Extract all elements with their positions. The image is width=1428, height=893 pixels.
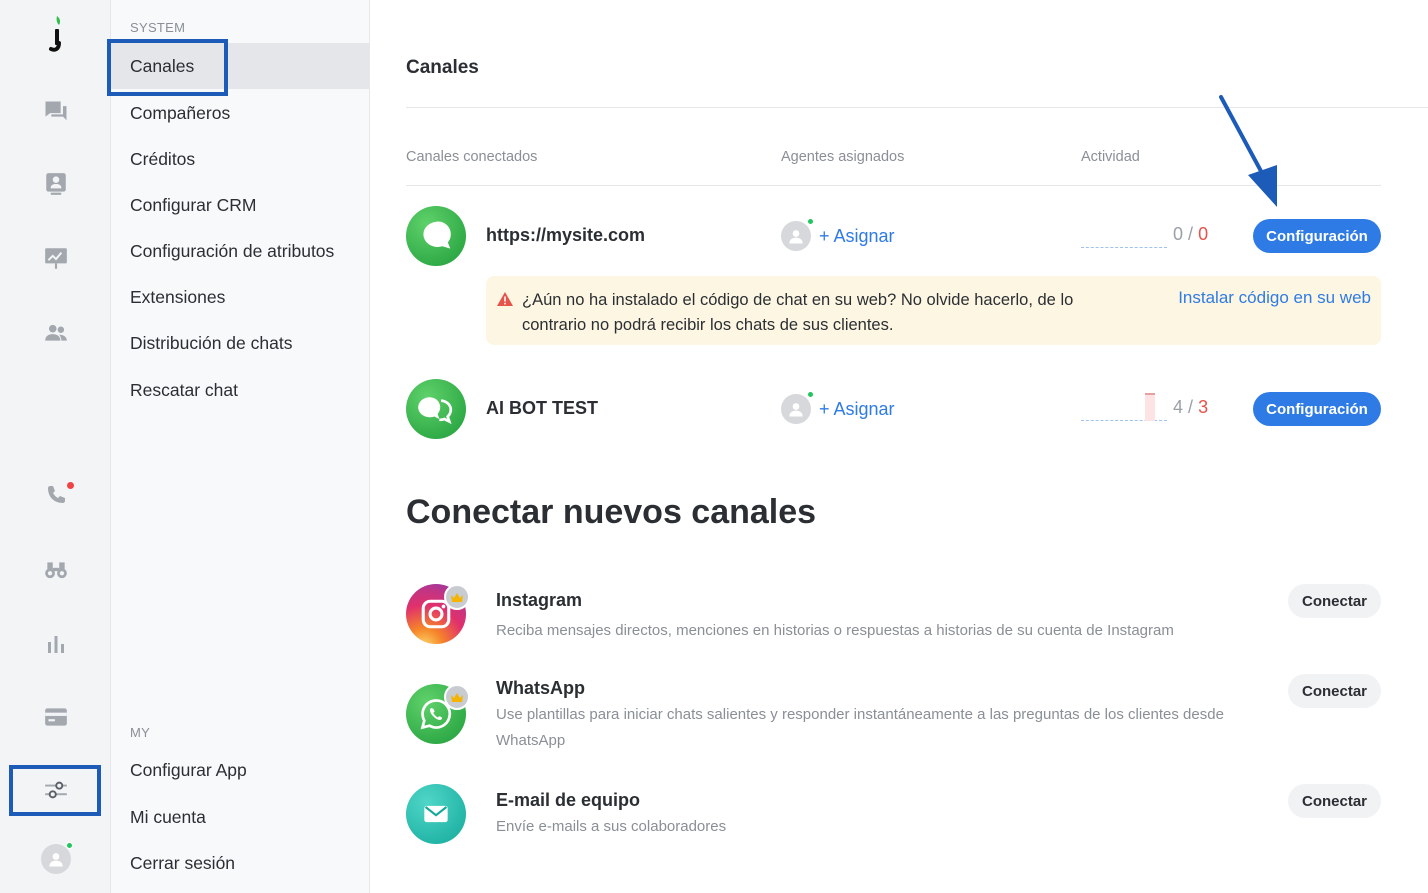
count-separator: / xyxy=(1188,397,1194,417)
configuration-button[interactable]: Configuración xyxy=(1253,392,1381,426)
count-separator: / xyxy=(1188,224,1194,244)
main-content: Canales Canales conectados Agentes asign… xyxy=(370,0,1428,893)
channel-row: AI BOT TEST + Asignar 4 / 3 Configuració… xyxy=(406,379,1381,441)
annotation-arrow xyxy=(1219,95,1277,207)
stats-icon[interactable] xyxy=(33,621,79,667)
channel-description: Reciba mensajes directos, menciones en h… xyxy=(496,622,1174,639)
menu-item-extensiones[interactable]: Extensiones xyxy=(111,274,369,320)
agent-avatar xyxy=(781,218,814,251)
online-dot xyxy=(66,842,73,849)
notification-dot xyxy=(67,482,74,489)
warning-icon xyxy=(497,292,513,306)
icon-rail xyxy=(0,0,111,893)
menu-item-rescatar[interactable]: Rescatar chat xyxy=(111,367,369,413)
assign-agent-button[interactable]: + Asignar xyxy=(781,218,895,251)
crown-icon xyxy=(444,584,470,610)
connect-button[interactable]: Conectar xyxy=(1288,674,1381,708)
count-total: 3 xyxy=(1198,397,1209,417)
new-channel-row: E-mail de equipo Envíe e-mails a sus col… xyxy=(406,784,1381,846)
crown-icon xyxy=(444,684,470,710)
online-dot xyxy=(807,218,814,225)
billing-icon[interactable] xyxy=(33,694,79,740)
chat-bubbles-icon xyxy=(406,379,466,439)
system-section-label: SYSTEM xyxy=(130,20,186,35)
assign-agent-button[interactable]: + Asignar xyxy=(781,391,895,424)
menu-item-mi-cuenta[interactable]: Mi cuenta xyxy=(111,794,369,840)
presentation-icon[interactable] xyxy=(33,235,79,281)
count-total: 0 xyxy=(1198,224,1209,244)
page-title: Canales xyxy=(406,57,479,78)
settings-menu: SYSTEM Canales Compañeros Créditos Confi… xyxy=(111,0,370,893)
menu-item-cerrar-sesion[interactable]: Cerrar sesión xyxy=(111,840,369,886)
channel-name[interactable]: AI BOT TEST xyxy=(486,398,598,419)
team-icon[interactable] xyxy=(33,310,79,356)
channel-title: Instagram xyxy=(496,590,583,610)
assign-label: + Asignar xyxy=(819,225,895,246)
mail-icon xyxy=(406,784,466,844)
activity-count: 4 / 3 xyxy=(1173,397,1208,418)
menu-item-distribucion[interactable]: Distribución de chats xyxy=(111,320,369,366)
user-avatar[interactable] xyxy=(33,836,79,882)
chats-icon[interactable] xyxy=(33,89,79,135)
chat-bubble-icon xyxy=(406,206,466,266)
highlight-settings-box xyxy=(9,765,101,816)
connect-button[interactable]: Conectar xyxy=(1288,584,1381,618)
highlight-canales-box xyxy=(107,39,228,96)
activity-bar xyxy=(1145,393,1155,421)
new-channel-row: WhatsApp Use plantillas para iniciar cha… xyxy=(406,674,1381,754)
agent-avatar xyxy=(781,391,814,424)
channel-title: E-mail de equipo xyxy=(496,790,641,810)
channel-description: Use plantillas para iniciar chats salien… xyxy=(496,706,1224,749)
channel-description: Envíe e-mails a sus colaboradores xyxy=(496,818,727,835)
warning-text: ¿Aún no ha instalado el código de chat e… xyxy=(522,291,1074,334)
menu-item-companeros[interactable]: Compañeros xyxy=(111,90,369,136)
connect-new-channels-title: Conectar nuevos canales xyxy=(406,493,817,531)
app-logo[interactable] xyxy=(44,14,68,54)
activity-count: 0 / 0 xyxy=(1173,224,1208,245)
menu-item-atributos[interactable]: Configuración de atributos xyxy=(111,228,369,274)
binoculars-icon[interactable] xyxy=(33,547,79,593)
new-channel-row: Instagram Reciba mensajes directos, menc… xyxy=(406,584,1381,646)
phone-icon[interactable] xyxy=(33,472,79,518)
activity-sparkline xyxy=(1081,393,1167,421)
channel-name[interactable]: https://mysite.com xyxy=(486,225,645,246)
my-section-label: MY xyxy=(130,725,151,740)
count-active: 0 xyxy=(1173,224,1184,244)
count-active: 4 xyxy=(1173,397,1184,417)
assign-label: + Asignar xyxy=(819,398,895,419)
channel-title: WhatsApp xyxy=(496,678,585,698)
menu-item-creditos[interactable]: Créditos xyxy=(111,136,369,182)
configuration-button[interactable]: Configuración xyxy=(1253,219,1381,253)
install-code-link[interactable]: Instalar código en su web xyxy=(1178,288,1371,308)
online-dot xyxy=(807,391,814,398)
activity-sparkline xyxy=(1081,226,1167,248)
install-warning-banner: ¿Aún no ha instalado el código de chat e… xyxy=(486,276,1381,345)
column-header-channels: Canales conectados xyxy=(406,149,538,165)
column-header-activity: Actividad xyxy=(1081,149,1140,165)
menu-item-configurar-crm[interactable]: Configurar CRM xyxy=(111,182,369,228)
menu-item-configurar-app[interactable]: Configurar App xyxy=(111,747,369,793)
connect-button[interactable]: Conectar xyxy=(1288,784,1381,818)
column-header-agents: Agentes asignados xyxy=(781,149,905,165)
contacts-icon[interactable] xyxy=(33,161,79,207)
channel-row: https://mysite.com + Asignar 0 / 0 Confi… xyxy=(406,206,1381,268)
